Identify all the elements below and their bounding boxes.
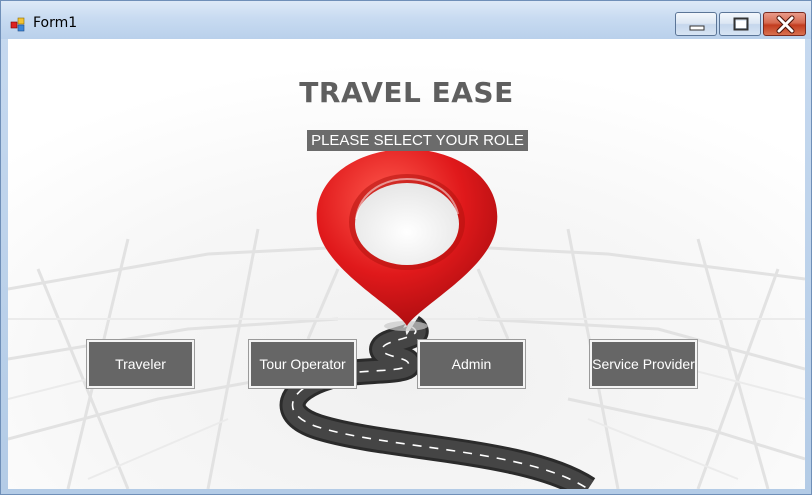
maximize-button[interactable] bbox=[719, 12, 761, 36]
admin-button[interactable]: Admin bbox=[417, 339, 526, 389]
close-icon bbox=[776, 15, 795, 34]
service-provider-button[interactable]: Service Provider bbox=[589, 339, 698, 389]
title-bar[interactable]: Form1 bbox=[1, 1, 811, 39]
app-title: TRAVEL EASE bbox=[299, 76, 514, 109]
minimize-button[interactable] bbox=[675, 12, 717, 36]
maximize-icon bbox=[733, 17, 749, 31]
app-window: Form1 TRAVEL EASE PLEASE SELECT YOUR ROL… bbox=[0, 0, 812, 495]
app-icon bbox=[10, 17, 25, 32]
window-title: Form1 bbox=[33, 15, 78, 31]
close-button[interactable] bbox=[763, 12, 806, 36]
minimize-icon bbox=[689, 25, 705, 31]
traveler-button[interactable]: Traveler bbox=[86, 339, 195, 389]
role-prompt-label: PLEASE SELECT YOUR ROLE bbox=[307, 130, 528, 151]
form-client-area: TRAVEL EASE PLEASE SELECT YOUR ROLE Trav… bbox=[8, 39, 805, 489]
tour-operator-button[interactable]: Tour Operator bbox=[248, 339, 357, 389]
